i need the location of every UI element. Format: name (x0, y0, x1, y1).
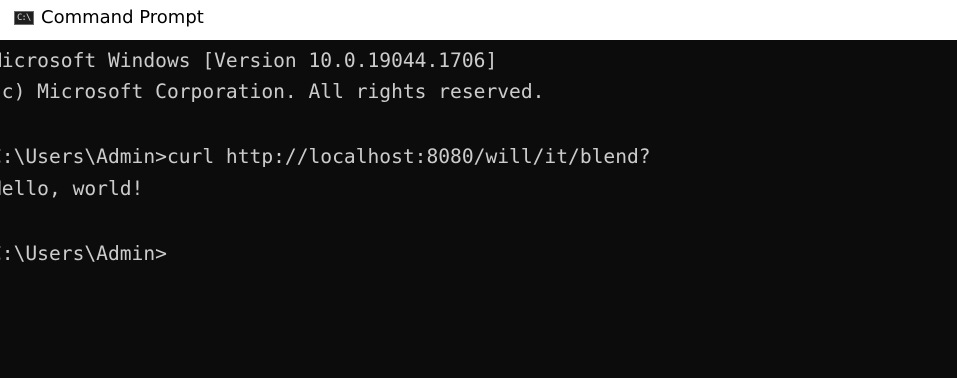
console-line-copyright: (c) Microsoft Corporation. All rights re… (0, 80, 545, 103)
console-output[interactable]: Microsoft Windows [Version 10.0.19044.17… (0, 40, 957, 378)
cmd-icon[interactable]: C:\ (14, 11, 34, 25)
console-line-output: Hello, world! (0, 177, 144, 200)
console-line-command: C:\Users\Admin>curl http://localhost:808… (0, 145, 651, 168)
console-line-version: Microsoft Windows [Version 10.0.19044.17… (0, 49, 498, 72)
command-prompt-window: C:\ Command Prompt Microsoft Windows [Ve… (0, 0, 957, 378)
console-prompt[interactable]: C:\Users\Admin> (0, 239, 167, 269)
title-bar[interactable]: C:\ Command Prompt (0, 0, 957, 40)
window-title: Command Prompt (41, 7, 204, 28)
cmd-icon-glyph: C:\ (17, 13, 31, 23)
